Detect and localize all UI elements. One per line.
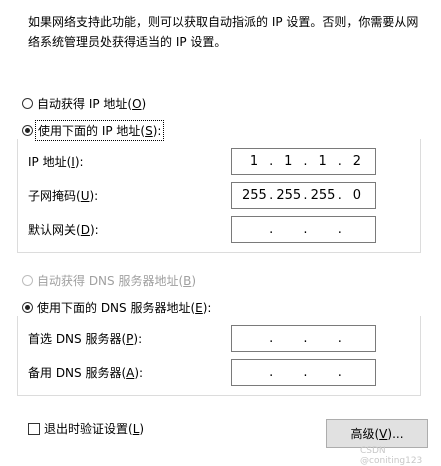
- dns-auto-label: 自动获得 DNS 服务器地址(B): [37, 273, 197, 288]
- radio-circle-checked[interactable]: [22, 124, 33, 136]
- preferred-dns-input[interactable]: . . .: [231, 325, 376, 352]
- radio-circle-disabled[interactable]: [22, 274, 33, 286]
- subnet-mask-label: 子网掩码(U):: [28, 189, 99, 203]
- intro-text: 如果网络支持此功能，则可以获取自动指派的 IP 设置。否则，你需要从网 络系统管…: [28, 12, 428, 52]
- ip-address-label: IP 地址(I):: [28, 155, 84, 169]
- advanced-button[interactable]: 高级(V)...: [326, 419, 428, 448]
- ip-manual-radio[interactable]: 使用下面的 IP 地址(S):: [22, 119, 165, 141]
- intro-line-1: 如果网络支持此功能，则可以获取自动指派的 IP 设置。否则，你需要从网: [28, 15, 419, 29]
- dns-auto-radio[interactable]: 自动获得 DNS 服务器地址(B): [22, 271, 196, 289]
- alternate-dns-input[interactable]: . . .: [231, 359, 376, 386]
- validate-on-exit-checkbox[interactable]: 退出时验证设置(L): [28, 420, 144, 437]
- ip-auto-label: 自动获得 IP 地址(O): [37, 96, 147, 111]
- ip-manual-label: 使用下面的 IP 地址(S):: [34, 119, 165, 141]
- validate-on-exit-label: 退出时验证设置(L): [44, 422, 145, 436]
- ip-auto-radio[interactable]: 自动获得 IP 地址(O): [22, 94, 146, 112]
- radio-circle-checked[interactable]: [22, 301, 33, 313]
- advanced-button-label: 高级(V)...: [350, 427, 404, 441]
- alternate-dns-label: 备用 DNS 服务器(A):: [28, 366, 144, 380]
- dns-manual-radio[interactable]: 使用下面的 DNS 服务器地址(E):: [22, 298, 211, 316]
- preferred-dns-label: 首选 DNS 服务器(P):: [28, 332, 143, 346]
- watermark-text: CSDN @coniting123: [360, 446, 423, 466]
- default-gateway-label: 默认网关(D):: [28, 223, 99, 237]
- radio-circle[interactable]: [22, 97, 33, 109]
- dns-manual-label: 使用下面的 DNS 服务器地址(E):: [37, 300, 212, 315]
- ip-address-input[interactable]: 1. 1. 1. 2: [231, 148, 376, 175]
- intro-line-2: 络系统管理员处获得适当的 IP 设置。: [28, 35, 227, 49]
- checkbox-box[interactable]: [28, 422, 40, 435]
- default-gateway-input[interactable]: . . .: [231, 216, 376, 243]
- subnet-mask-input[interactable]: 255. 255. 255. 0: [231, 182, 376, 209]
